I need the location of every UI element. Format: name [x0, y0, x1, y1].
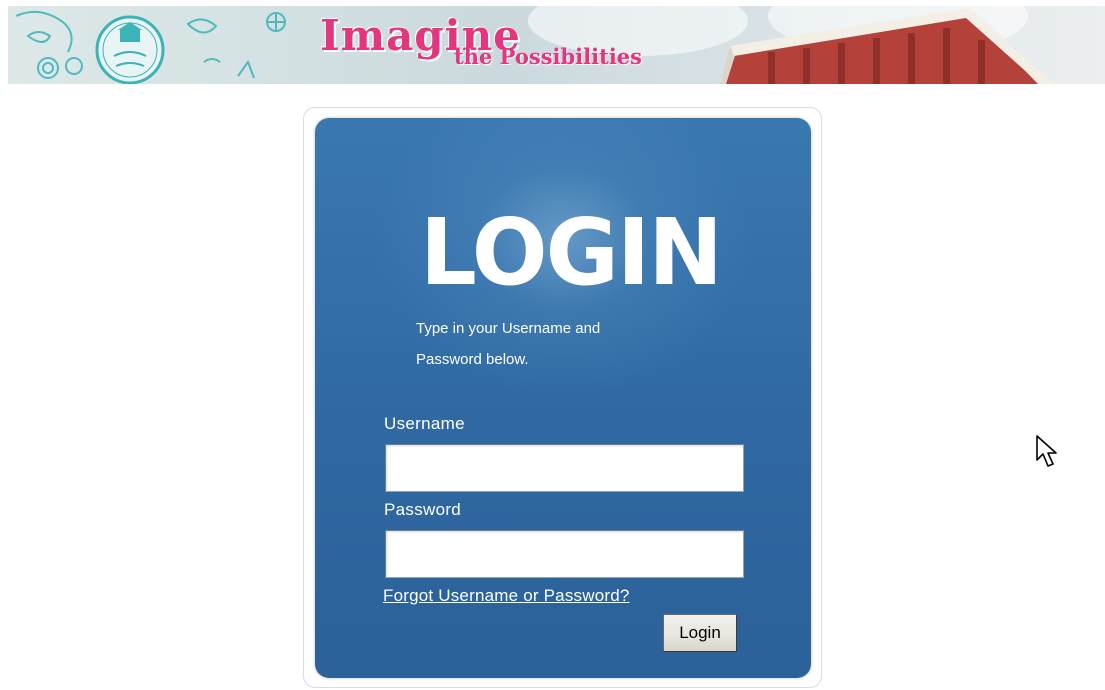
- banner-headline: Imagine the Possibilities: [320, 14, 642, 70]
- banner-headline-small: the Possibilities: [454, 44, 642, 69]
- forgot-credentials-link[interactable]: Forgot Username or Password?: [383, 586, 630, 606]
- password-label: Password: [384, 500, 462, 519]
- instructions-line-2: Password below.: [416, 351, 529, 368]
- university-prep-logo: [95, 15, 165, 84]
- instructions-line-1: Type in your Username and: [416, 320, 601, 337]
- password-input[interactable]: [385, 530, 744, 578]
- barn-roof-illustration: [720, 8, 1053, 84]
- mouse-pointer-icon: [1036, 435, 1057, 467]
- username-input[interactable]: [385, 444, 744, 492]
- username-label: Username: [384, 414, 465, 433]
- login-instructions: Type in your Username and Password below…: [416, 313, 676, 375]
- login-button[interactable]: Login: [663, 614, 737, 652]
- login-heading: LOGIN: [420, 199, 723, 306]
- header-banner: Imagine the Possibilities: [8, 6, 1105, 84]
- login-page: Imagine the Possibilities LOGIN Type in …: [0, 0, 1105, 690]
